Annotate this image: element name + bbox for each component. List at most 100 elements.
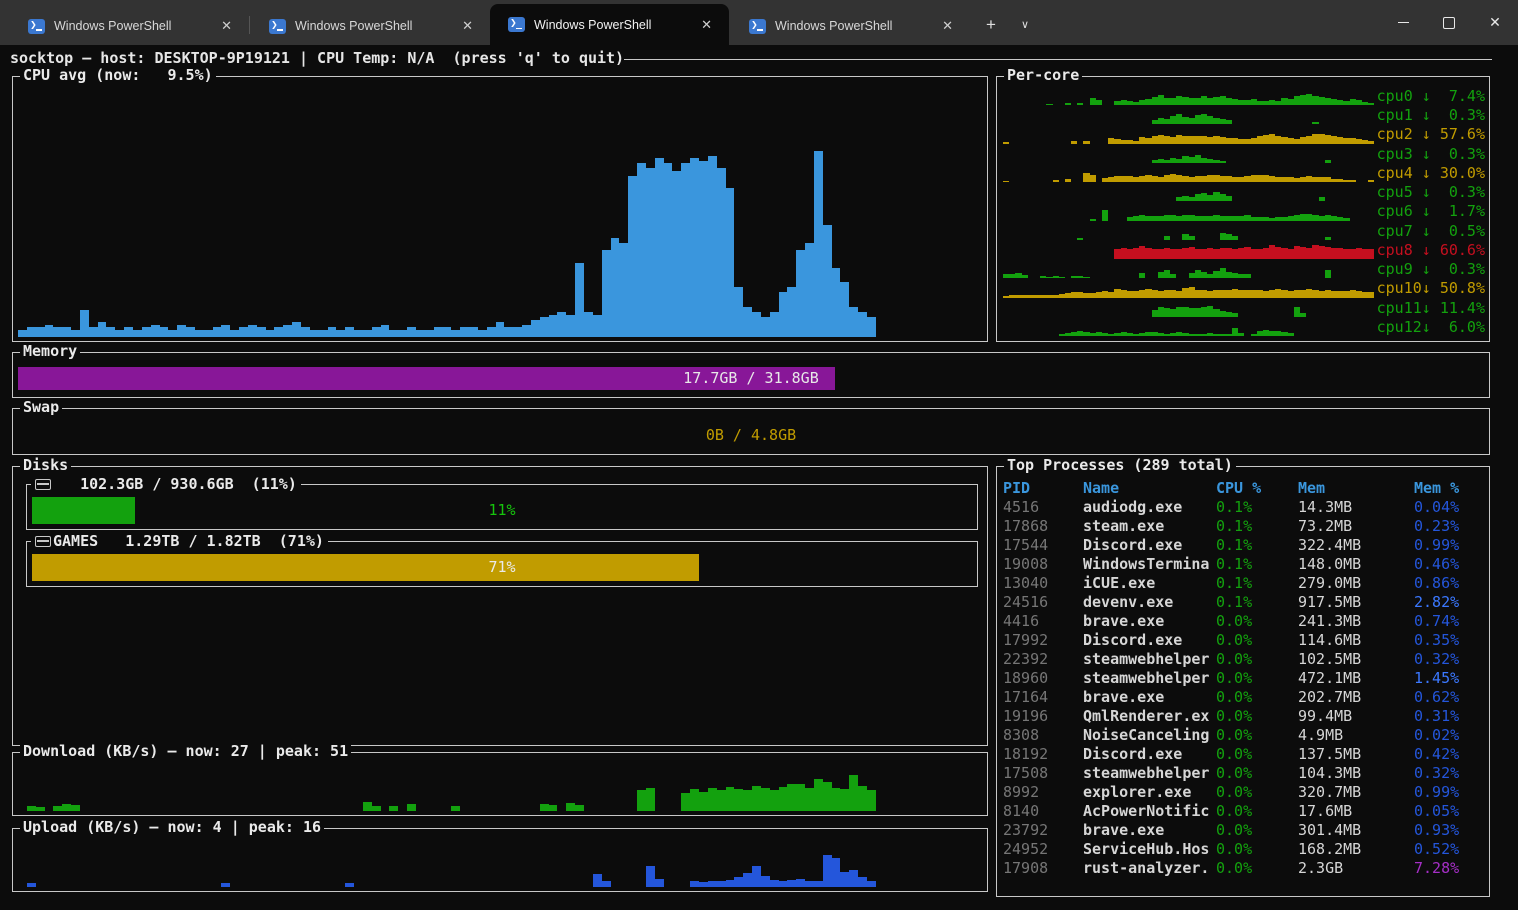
tab-dropdown-button[interactable]: ∨ [1010, 12, 1040, 38]
close-tab-icon[interactable]: ✕ [937, 17, 958, 35]
cpu-history-bar [266, 330, 275, 337]
process-cpu-pct: 0.1% [1216, 555, 1298, 574]
upload-history-bar [708, 881, 717, 887]
process-mem-pct: 0.35% [1414, 631, 1485, 650]
cpu-history-bar [761, 317, 770, 337]
download-history-bar [867, 790, 876, 811]
process-row: 4516audiodg.exe0.1%14.3MB0.04% [1003, 498, 1485, 517]
process-mem-pct: 0.05% [1414, 802, 1485, 821]
terminal-screen[interactable]: socktop — host: DESKTOP-9P19121 | CPU Te… [0, 45, 1518, 910]
powershell-icon [508, 17, 525, 32]
process-pid: 17992 [1003, 631, 1083, 650]
process-name: devenv.exe [1083, 593, 1216, 612]
disk-games-header: GAMES 1.29TB / 1.82TB (71%) [31, 532, 328, 551]
core-row-cpu1: cpu1 ↓ 0.3% [1003, 106, 1485, 125]
cpu-history-bar [611, 238, 620, 337]
core-row-cpu4: cpu4 ↓ 30.0% [1003, 164, 1485, 183]
tab-separator [249, 16, 250, 34]
core-spark-bar [1325, 270, 1331, 278]
process-cpu-pct: 0.0% [1216, 688, 1298, 707]
memory-gauge-label: 17.7GB / 31.8GB [18, 367, 1484, 390]
upload-history-bar [814, 881, 823, 887]
process-name: iCUE.exe [1083, 574, 1216, 593]
cpu-history-bar [566, 315, 575, 337]
download-history-bar [796, 784, 805, 811]
core-spark-bar [1368, 103, 1374, 105]
process-name: steam.exe [1083, 517, 1216, 536]
swap-gauge: 0B / 4.8GB [18, 423, 1484, 447]
process-name: WindowsTermina [1083, 555, 1216, 574]
cpu-history-bar [53, 327, 62, 337]
cpu-history-bar [672, 171, 681, 337]
download-history-bar [646, 788, 655, 811]
process-cpu-pct: 0.1% [1216, 593, 1298, 612]
close-tab-icon[interactable]: ✕ [696, 16, 717, 34]
new-tab-button[interactable]: + [976, 12, 1006, 38]
cpu-history-bar [142, 327, 151, 337]
process-mem-pct: 0.46% [1414, 555, 1485, 574]
cpu-history-bar [840, 282, 849, 337]
cpu-history-bar [133, 330, 142, 337]
tab-title: Windows PowerShell [534, 18, 696, 32]
powershell-icon [269, 19, 286, 34]
tab-windows-powershell-3[interactable]: Windows PowerShell✕ [490, 4, 729, 45]
cpu-history-bar [849, 307, 858, 337]
process-pid: 17164 [1003, 688, 1083, 707]
core-label-cpu6: cpu6 ↓ 1.7% [1375, 202, 1485, 221]
cpu-history-bar [363, 330, 372, 337]
core-sparkline [1003, 125, 1375, 144]
process-mem-pct: 0.74% [1414, 612, 1485, 631]
cpu-history-bar [858, 312, 867, 337]
maximize-button[interactable] [1426, 0, 1472, 45]
core-spark-bar [1244, 274, 1250, 278]
download-history-bar [451, 806, 460, 811]
cpu-history-bar [637, 163, 646, 337]
process-name: steamwebhelper [1083, 764, 1216, 783]
core-label-cpu7: cpu7 ↓ 0.5% [1375, 222, 1485, 241]
process-mem: 241.3MB [1298, 612, 1414, 631]
close-tab-icon[interactable]: ✕ [457, 17, 478, 35]
core-sparkline [1003, 87, 1375, 106]
process-row: 8308NoiseCanceling0.0%4.9MB0.02% [1003, 726, 1485, 745]
process-name: explorer.exe [1083, 783, 1216, 802]
close-window-button[interactable]: ✕ [1472, 0, 1518, 45]
core-sparkline [1003, 241, 1375, 260]
upload-history-bar [699, 882, 708, 887]
core-label-cpu8: cpu8 ↓ 60.6% [1375, 241, 1485, 260]
process-name: NoiseCanceling [1083, 726, 1216, 745]
upload-history-bar [858, 877, 867, 887]
cpu-history-bar [734, 287, 743, 337]
core-spark-bar [1065, 179, 1071, 182]
core-spark-bar [1071, 141, 1077, 144]
cpu-history-bar [584, 312, 593, 337]
disk-c-gauge-label: 11% [32, 497, 972, 524]
process-mem: 202.7MB [1298, 688, 1414, 707]
memory-panel: Memory 17.7GB / 31.8GB [12, 352, 1490, 398]
process-row: 4416brave.exe0.0%241.3MB0.74% [1003, 612, 1485, 631]
process-column-header: Mem [1298, 479, 1414, 498]
process-mem-pct: 0.23% [1414, 517, 1485, 536]
upload-history-bar [787, 880, 796, 887]
tab-windows-powershell-2[interactable]: Windows PowerShell✕ [251, 7, 490, 45]
download-history-bar [53, 806, 62, 811]
process-mem-pct: 2.82% [1414, 593, 1485, 612]
close-icon: ✕ [1489, 15, 1501, 31]
core-spark-bar [1319, 197, 1325, 202]
tab-windows-powershell-1[interactable]: Windows PowerShell✕ [10, 7, 249, 45]
core-spark-bar [1232, 313, 1238, 317]
disk-c-gauge: 11% [32, 497, 972, 524]
core-sparkline [1003, 299, 1375, 318]
process-pid: 8140 [1003, 802, 1083, 821]
process-pid: 24952 [1003, 840, 1083, 859]
disk-icon [35, 536, 51, 547]
close-tab-icon[interactable]: ✕ [216, 17, 237, 35]
disk-icon [35, 479, 51, 490]
process-mem: 14.3MB [1298, 498, 1414, 517]
tab-windows-powershell-4[interactable]: Windows PowerShell✕ [731, 7, 970, 45]
process-name: QmlRenderer.ex [1083, 707, 1216, 726]
process-pid: 17868 [1003, 517, 1083, 536]
process-row: 18192Discord.exe0.0%137.5MB0.42% [1003, 745, 1485, 764]
minimize-button[interactable] [1380, 0, 1426, 45]
download-history-bar [849, 775, 858, 811]
cpu-history-bar [398, 330, 407, 337]
